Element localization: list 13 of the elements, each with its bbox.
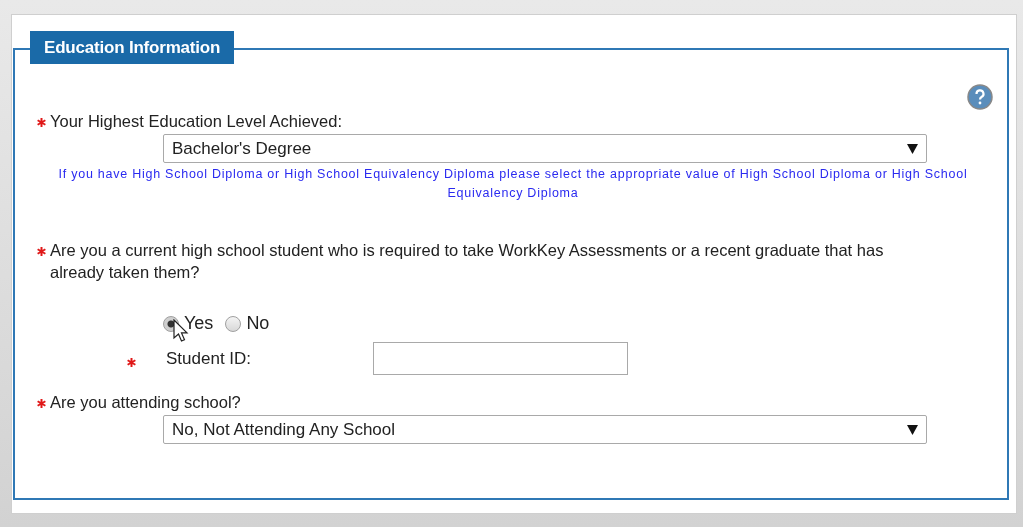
attending-school-select[interactable]: No, Not Attending Any School xyxy=(163,415,927,444)
student-id-field[interactable] xyxy=(373,342,628,375)
field-label: Are you attending school? xyxy=(50,392,241,413)
caret-icon xyxy=(907,424,918,435)
field-label: Student ID: xyxy=(166,348,253,369)
help-icon[interactable] xyxy=(967,84,993,110)
education-level-select[interactable]: Bachelor's Degree xyxy=(163,134,927,163)
field-label: Are you a current high school student who is required to take WorkKey Assessments or a recent graduate that has already taken them? xyxy=(50,240,885,283)
hint-text: If you have High School Diploma or High School Equivalency Diploma please select the appropriate value of High School Diploma or High School Equivalency Diploma xyxy=(57,166,969,202)
section-title: Education Information xyxy=(30,31,235,64)
radio-option[interactable]: No xyxy=(225,313,270,334)
caret-icon xyxy=(907,143,918,154)
field-label: Your Highest Education Level Achieved: xyxy=(50,111,342,132)
